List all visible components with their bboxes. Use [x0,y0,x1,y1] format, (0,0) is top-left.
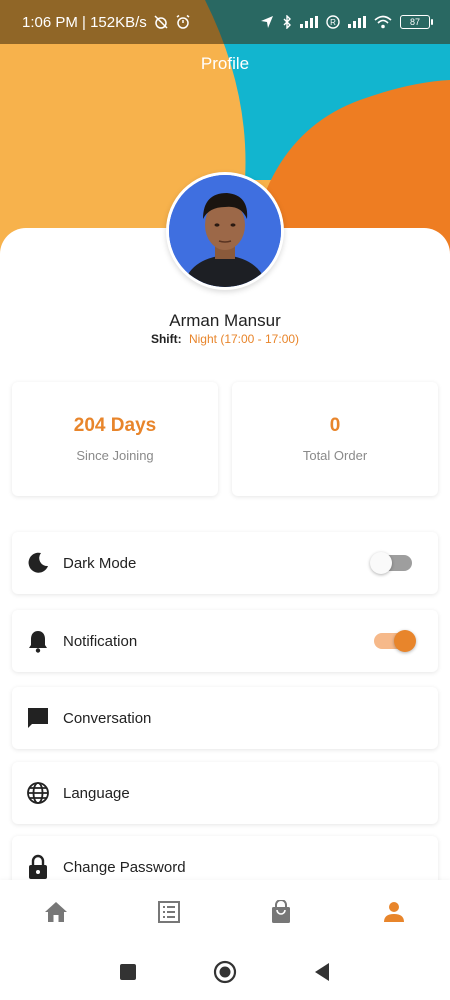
recents-button[interactable] [119,963,137,986]
wifi-icon [374,15,392,29]
home-icon [44,901,68,928]
list-icon [157,900,180,928]
alarm-off-icon [153,14,169,30]
lock-icon [25,854,51,880]
stat-value: 0 [329,415,341,436]
stat-card-since-joining: 204 Days Since Joining [12,382,218,496]
status-right: R 87 [260,15,433,29]
signal-icon [300,16,318,28]
nav-profile[interactable] [364,884,424,944]
notification-toggle[interactable] [374,630,416,652]
menu-item-conversation[interactable]: Conversation [12,687,438,749]
menu-label: Conversation [63,709,152,727]
status-left: 1:06 PM | 152KB/s [22,14,191,31]
stat-label: Since Joining [76,448,154,463]
bell-icon [25,628,51,654]
stat-value: 204 Days [73,415,157,436]
user-name: Arman Mansur [169,311,281,330]
menu-item-dark-mode[interactable]: Dark Mode [12,532,438,594]
status-bar: 1:06 PM | 152KB/s R 87 [0,0,450,44]
location-icon [260,15,274,29]
chat-icon [25,705,51,731]
menu-label: Dark Mode [63,554,137,572]
bag-icon [270,898,292,929]
shift-label: Shift: [150,332,182,346]
person-icon [383,901,405,928]
stat-card-total-order: 0 Total Order [232,382,438,496]
system-nav-bar [0,948,450,1000]
nav-orders[interactable] [139,884,199,944]
avatar[interactable] [166,172,284,290]
signal-2-icon [348,16,366,28]
alarm-icon [175,14,191,30]
status-time-speed: 1:06 PM | 152KB/s [22,13,147,31]
stat-label: Total Order [302,448,368,463]
menu-label: Notification [63,632,138,650]
menu-item-language[interactable]: Language [12,762,438,824]
menu-item-notification[interactable]: Notification [12,610,438,672]
moon-icon [25,550,51,576]
page-title: Profile [200,54,250,73]
bottom-nav [0,880,450,948]
roaming-icon: R [326,15,340,29]
back-button[interactable] [313,962,331,987]
toggle-knob [394,630,416,652]
home-button[interactable] [213,960,237,989]
nav-home[interactable] [26,884,86,944]
toggle-knob [370,552,392,574]
profile-photo [169,175,281,287]
shift-info: Shift: Night (17:00 - 17:00) [0,332,450,346]
dark-mode-toggle[interactable] [370,552,412,574]
globe-icon [25,780,51,806]
shift-value: Night (17:00 - 17:00) [188,332,300,346]
svg-text:R: R [330,18,336,27]
bluetooth-icon [282,15,292,29]
menu-label: Language [63,784,130,802]
menu-label: Change Password [63,858,186,876]
nav-shop[interactable] [251,884,311,944]
battery-icon: 87 [400,15,433,29]
